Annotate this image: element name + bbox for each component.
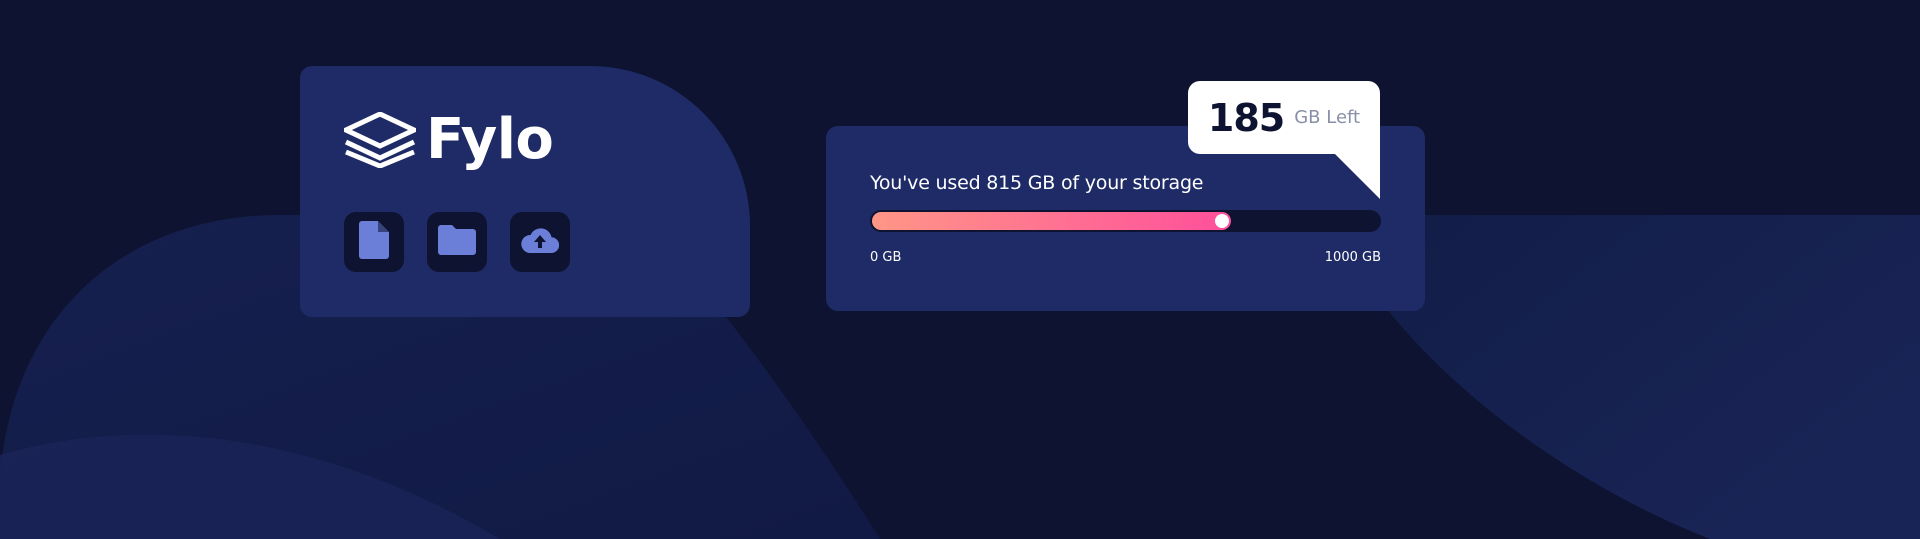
fylo-logo-icon xyxy=(344,112,416,168)
remaining-storage-unit: GB Left xyxy=(1294,106,1361,128)
storage-progress-fill xyxy=(872,212,1232,230)
folder-button[interactable] xyxy=(427,212,487,272)
scale-max-label: 1000 GB xyxy=(1324,250,1381,265)
cloud-upload-icon xyxy=(521,227,560,257)
storage-progress-bar xyxy=(870,210,1381,232)
folder-icon xyxy=(438,225,476,259)
remaining-storage-tooltip: 185 GB Left xyxy=(1188,81,1380,199)
storage-scale: 0 GB 1000 GB xyxy=(870,250,1381,265)
page: Fylo You've used 815 GB of your storage … xyxy=(0,0,1920,539)
logo: Fylo xyxy=(344,110,706,170)
logo-wordmark: Fylo xyxy=(426,107,554,172)
remaining-storage-value: 185 xyxy=(1207,95,1285,140)
scale-min-label: 0 GB xyxy=(870,250,902,265)
storage-text-suffix: of your storage xyxy=(1055,172,1204,194)
progress-knob xyxy=(1215,214,1230,228)
storage-used-amount: 815 GB xyxy=(986,172,1056,194)
storage-usage-text: You've used 815 GB of your storage xyxy=(870,174,1381,193)
upload-button[interactable] xyxy=(510,212,570,272)
storage-text-prefix: You've used xyxy=(870,172,987,194)
action-icons xyxy=(344,212,570,272)
logo-card: Fylo xyxy=(300,66,750,317)
document-button[interactable] xyxy=(344,212,404,272)
document-icon xyxy=(359,221,389,263)
